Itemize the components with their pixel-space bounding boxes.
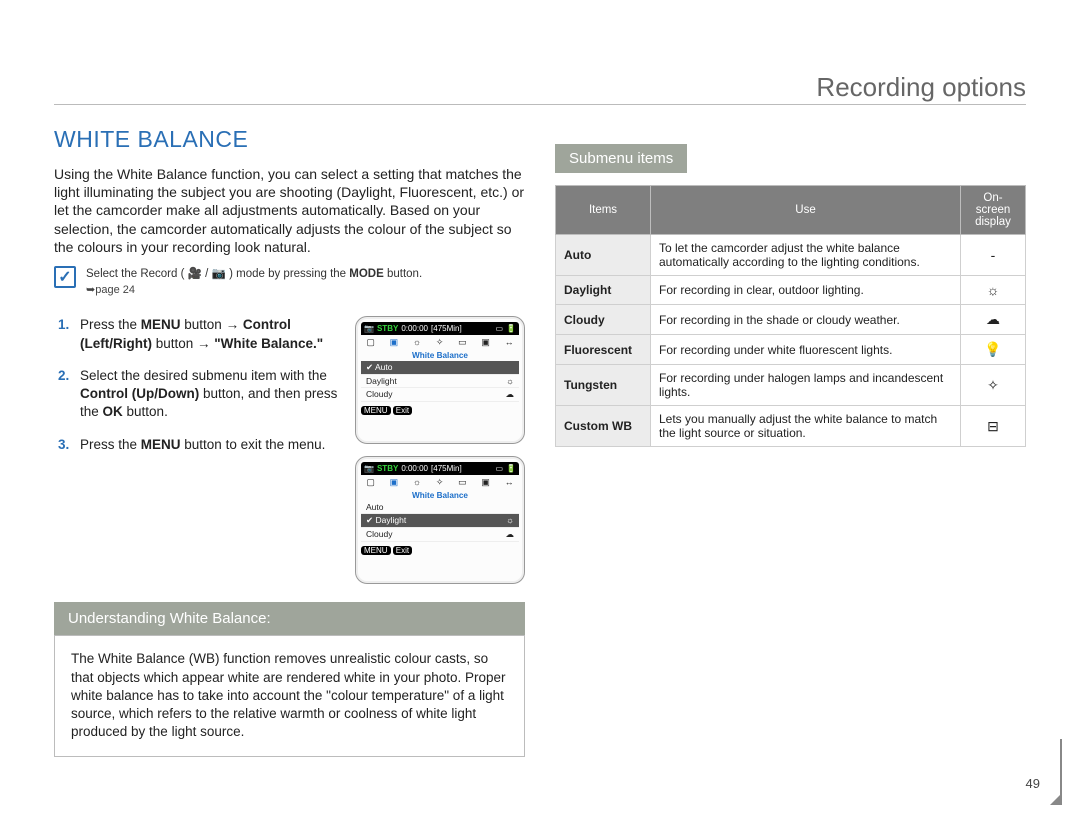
table-row: Fluorescent For recording under white fl… <box>556 335 1026 365</box>
table-row: Cloudy For recording in the shade or clo… <box>556 305 1026 335</box>
video-icon: 🎥 <box>188 268 202 280</box>
submenu-banner: Submenu items <box>555 144 687 173</box>
use-cell: For recording in the shade or cloudy wea… <box>651 305 961 335</box>
camcorder-icon: 📷 <box>364 324 374 333</box>
note-mid: ) mode by pressing the <box>229 268 349 280</box>
step-3: 3. Press the MENU button to exit the men… <box>58 436 343 454</box>
check-icon: ✓ <box>54 266 76 288</box>
section-title: WHITE BALANCE <box>54 126 525 153</box>
stby-label: STBY <box>377 464 398 473</box>
lcd-screenshot-2: 📷 STBY 0:00:00 [475Min] ▭ 🔋 ▢▣☼✧▭▣↔ Whit… <box>355 456 525 584</box>
time-label: 0:00:00 <box>401 464 428 473</box>
tabs-bar: ▢▣☼✧▭▣↔ <box>361 475 519 490</box>
camcorder-icon: 📷 <box>364 464 374 473</box>
use-cell: For recording in clear, outdoor lighting… <box>651 276 961 305</box>
submenu-table: Items Use On-screen display Auto To let … <box>555 185 1026 447</box>
item-cell: Auto <box>556 235 651 276</box>
menu-row-cloudy: Cloudy☁ <box>361 528 519 542</box>
remain-label: [475Min] <box>431 464 462 473</box>
note-text: Select the Record ( 🎥 / 📷 ) mode by pres… <box>86 266 422 298</box>
item-cell: Daylight <box>556 276 651 305</box>
battery-icon: 🔋 <box>506 324 516 333</box>
remain-label: [475Min] <box>431 324 462 333</box>
step-1: 1. Press the MENU button → Control (Left… <box>58 316 343 352</box>
camera-icon: 📷 <box>212 268 226 280</box>
screenshot-stack: 📷 STBY 0:00:00 [475Min] ▭ 🔋 ▢▣☼✧▭▣↔ Whit… <box>355 316 525 584</box>
step-number: 3. <box>58 436 69 454</box>
bottom-bar: MENU Exit <box>361 406 519 415</box>
table-row: Auto To let the camcorder adjust the whi… <box>556 235 1026 276</box>
corner-tab <box>1052 739 1062 803</box>
step-number: 1. <box>58 316 69 334</box>
th-use: Use <box>651 186 961 235</box>
table-row: Custom WB Lets you manually adjust the w… <box>556 406 1026 447</box>
table-row: Tungsten For recording under halogen lam… <box>556 365 1026 406</box>
page-header-title: Recording options <box>816 72 1026 103</box>
step-2: 2. Select the desired submenu item with … <box>58 367 343 422</box>
tungsten-icon: ✧ <box>961 365 1026 406</box>
header-rule <box>54 104 1026 105</box>
menu-row-daylight: Daylight☼ <box>361 375 519 388</box>
left-column: WHITE BALANCE Using the White Balance fu… <box>54 126 525 757</box>
wb-title: White Balance <box>361 350 519 361</box>
fluorescent-icon: 💡 <box>961 335 1026 365</box>
right-column: Submenu items Items Use On-screen displa… <box>555 126 1026 757</box>
intro-paragraph: Using the White Balance function, you ca… <box>54 165 525 256</box>
step-number: 2. <box>58 367 69 385</box>
menu-row-auto: Auto <box>361 501 519 514</box>
note-pageref: ➥page 24 <box>86 284 135 296</box>
item-cell: Fluorescent <box>556 335 651 365</box>
understanding-box: The White Balance (WB) function removes … <box>54 635 525 756</box>
table-row: Daylight For recording in clear, outdoor… <box>556 276 1026 305</box>
cloudy-icon: ☁ <box>961 305 1026 335</box>
wb-title: White Balance <box>361 490 519 501</box>
tabs-bar: ▢▣☼✧▭▣↔ <box>361 335 519 350</box>
note-tail: button. <box>387 268 422 280</box>
mode-word: MODE <box>349 268 384 280</box>
use-cell: To let the camcorder adjust the white ba… <box>651 235 961 276</box>
menu-row-cloudy: Cloudy☁ <box>361 388 519 402</box>
battery-icon: 🔋 <box>506 464 516 473</box>
note-row: ✓ Select the Record ( 🎥 / 📷 ) mode by pr… <box>54 266 525 298</box>
content-columns: WHITE BALANCE Using the White Balance fu… <box>54 126 1026 757</box>
daylight-icon: ☼ <box>961 276 1026 305</box>
osd-icon: - <box>961 235 1026 276</box>
use-cell: For recording under white fluorescent li… <box>651 335 961 365</box>
th-items: Items <box>556 186 651 235</box>
item-cell: Tungsten <box>556 365 651 406</box>
use-cell: For recording under halogen lamps and in… <box>651 365 961 406</box>
th-osd: On-screen display <box>961 186 1026 235</box>
customwb-icon: ⊟ <box>961 406 1026 447</box>
page-number: 49 <box>1026 776 1040 791</box>
card-icon: ▭ <box>495 324 503 333</box>
steps-list: 1. Press the MENU button → Control (Left… <box>54 316 343 584</box>
note-lead: Select the Record ( <box>86 268 184 280</box>
time-label: 0:00:00 <box>401 324 428 333</box>
steps-and-screenshots: 1. Press the MENU button → Control (Left… <box>54 316 525 584</box>
lcd-screenshot-1: 📷 STBY 0:00:00 [475Min] ▭ 🔋 ▢▣☼✧▭▣↔ Whit… <box>355 316 525 444</box>
understanding-banner: Understanding White Balance: <box>54 602 525 635</box>
stby-label: STBY <box>377 324 398 333</box>
use-cell: Lets you manually adjust the white balan… <box>651 406 961 447</box>
item-cell: Custom WB <box>556 406 651 447</box>
menu-row-auto: ✔ Auto <box>361 361 519 375</box>
item-cell: Cloudy <box>556 305 651 335</box>
bottom-bar: MENU Exit <box>361 546 519 555</box>
menu-row-daylight: ✔ Daylight☼ <box>361 514 519 528</box>
card-icon: ▭ <box>495 464 503 473</box>
